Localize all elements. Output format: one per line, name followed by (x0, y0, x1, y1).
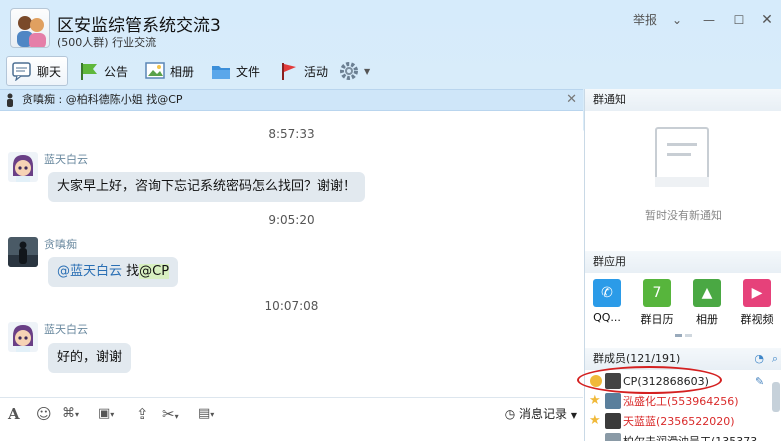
members-scrollbar[interactable] (772, 382, 780, 412)
avatar[interactable] (8, 152, 38, 182)
app-qq-call[interactable]: ✆ QQ... (587, 279, 627, 324)
pager-dot-active[interactable] (675, 334, 682, 337)
badge-placeholder (589, 434, 603, 441)
member-item[interactable]: ★ 天蓝蓝(2356522020) (589, 411, 735, 431)
message-history-label: 消息记录 (519, 407, 568, 421)
sender-name[interactable]: 蓝天白云 (44, 321, 88, 337)
phone-icon: ✆ (593, 279, 621, 307)
message-bubble[interactable]: @蓝天白云 找@CP (48, 257, 179, 287)
group-apps-header: 群应用 (585, 251, 781, 273)
mention-link[interactable]: @蓝天白云 (57, 264, 122, 279)
member-item[interactable]: ★ 泓盛化工(553964256) (589, 391, 739, 411)
app-album[interactable]: ▲ 相册 (687, 279, 727, 327)
close-icon[interactable]: ✕ (566, 90, 577, 110)
tab-announcement-label: 公告 (104, 64, 129, 79)
chat-icon (11, 61, 33, 82)
video-icon: ▶ (743, 279, 771, 307)
tab-chat[interactable]: 聊天 (6, 56, 69, 86)
edit-icon[interactable]: ✎ (755, 375, 764, 388)
message-timestamp: 9:05:20 (268, 213, 315, 227)
message-bubble[interactable]: 大家早上好，咨询下忘记系统密码怎么找回？谢谢！ (48, 172, 366, 202)
pager-dot[interactable] (685, 334, 692, 337)
sender-name[interactable]: 蓝天白云 (44, 151, 88, 167)
group-toolbar: 聊天 公告 相册 文件 活动 ▼ (0, 54, 781, 88)
member-avatar (605, 393, 621, 409)
search-icon[interactable]: ⌕ (772, 348, 778, 370)
sender-name[interactable]: 贪嗔痴 (44, 236, 77, 252)
message-history-button[interactable]: ◷ 消息记录 ▼ (505, 404, 577, 426)
minimize-icon[interactable]: — (700, 10, 718, 30)
member-name: 泓盛化工(553964256) (623, 395, 739, 408)
star-icon: ★ (589, 393, 601, 408)
highlight-annotation-circle (577, 366, 722, 394)
chevron-down-icon: ▼ (570, 411, 577, 420)
tab-events-label: 活动 (304, 64, 329, 79)
group-subtitle: (500人群) 行业交流 (57, 36, 157, 49)
message-list[interactable]: 8:57:33 蓝天白云 大家早上好，咨询下忘记系统密码怎么找回？谢谢！ 9:0… (0, 111, 583, 397)
empty-notice-icon (655, 127, 709, 187)
tab-announcement[interactable]: 公告 (74, 56, 134, 86)
message-bubble[interactable]: 好的，谢谢 (48, 343, 132, 373)
member-item[interactable]: 柏尔夫润滑油吴工(135373 (589, 431, 757, 441)
star-icon: ★ (589, 413, 601, 428)
magic-icon[interactable]: ⌘▾ (62, 404, 79, 424)
message-timestamp: 10:07:08 (264, 299, 319, 313)
mention-link[interactable]: @CP (139, 264, 170, 279)
member-avatar (605, 433, 621, 441)
chevron-down-icon[interactable]: ⌄ (668, 10, 686, 30)
app-label: 群视频 (740, 313, 774, 326)
gear-icon (338, 61, 360, 81)
report-link[interactable]: 举报 (630, 10, 660, 30)
input-toolbar: A ☺ ⌘▾ ▣▾ ⇪ ✂▾ ▤▾ ◷ 消息记录 ▼ (0, 397, 583, 441)
calendar-icon: 7 (643, 279, 671, 307)
group-notice-header: 群通知 (585, 89, 781, 111)
person-icon (4, 93, 16, 107)
app-video[interactable]: ▶ 群视频 (737, 279, 777, 327)
event-flag-icon (278, 61, 300, 81)
tab-files-label: 文件 (236, 64, 261, 79)
app-label: 相册 (696, 313, 718, 326)
group-name[interactable]: 区安监综管系统交流3 (57, 11, 221, 36)
avatar[interactable] (8, 237, 38, 267)
tab-files[interactable]: 文件 (206, 56, 266, 86)
upload-icon[interactable]: ⇪ (136, 404, 149, 424)
scissors-icon[interactable]: ✂▾ (162, 404, 179, 424)
image-icon[interactable]: ▣▾ (98, 404, 114, 424)
tab-events[interactable]: 活动 (274, 56, 334, 86)
app-label: QQ... (593, 311, 621, 324)
folder-icon (210, 61, 232, 81)
member-avatar (605, 413, 621, 429)
avatar[interactable] (8, 322, 38, 352)
pinned-notice-text: 贪嗔痴 : @柏科德陈小姐 找@CP (22, 93, 183, 106)
clock-icon: ◷ (504, 407, 516, 421)
app-calendar[interactable]: 7 群日历 (637, 279, 677, 327)
settings-button[interactable]: ▼ (334, 56, 376, 86)
members-count-label: 群成员(121/191) (593, 352, 681, 365)
tab-album-label: 相册 (170, 64, 195, 79)
photo-album-icon (144, 61, 166, 81)
tab-chat-label: 聊天 (37, 64, 62, 79)
message-timestamp: 8:57:33 (268, 127, 315, 141)
chevron-down-icon: ▼ (364, 66, 371, 76)
close-icon[interactable]: ✕ (758, 10, 776, 30)
tab-album[interactable]: 相册 (140, 56, 200, 86)
redpacket-icon[interactable]: ▤▾ (198, 404, 214, 424)
font-icon[interactable]: A (8, 404, 20, 424)
announcement-flag-icon (78, 61, 100, 81)
group-avatar[interactable] (10, 8, 50, 48)
message-text: 找 (122, 264, 140, 279)
member-name: 天蓝蓝(2356522020) (623, 415, 735, 428)
member-name: 柏尔夫润滑油吴工(135373 (623, 433, 757, 441)
chat-bubble-icon[interactable]: ◔ (754, 348, 764, 370)
empty-notice-text: 暂时没有新通知 (645, 209, 722, 222)
chat-header: 区安监综管系统交流3 (500人群) 行业交流 举报 ⌄ — ☐ ✕ (0, 0, 781, 52)
emoji-icon[interactable]: ☺ (36, 404, 52, 424)
app-label: 群日历 (640, 313, 674, 326)
photo-icon: ▲ (693, 279, 721, 307)
pinned-notice-bar[interactable]: 贪嗔痴 : @柏科德陈小姐 找@CP ✕ (0, 89, 583, 111)
maximize-icon[interactable]: ☐ (730, 10, 748, 30)
